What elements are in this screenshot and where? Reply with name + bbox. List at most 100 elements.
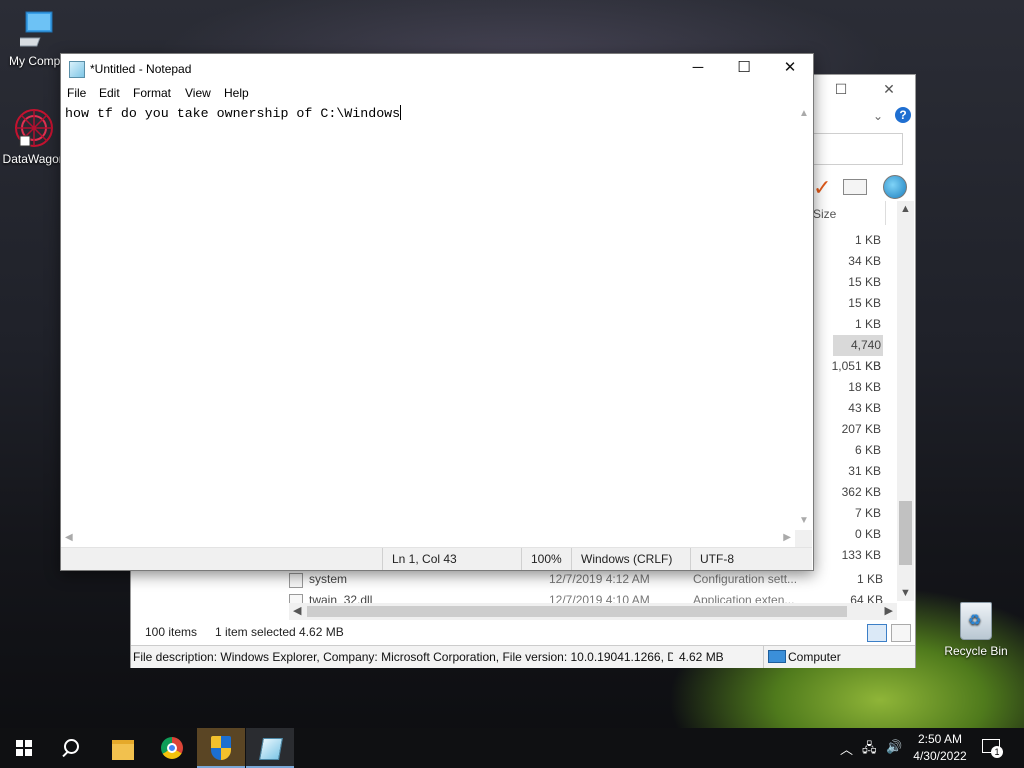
mail-icon[interactable] bbox=[843, 179, 867, 195]
help-icon[interactable]: ? bbox=[895, 107, 911, 123]
notepad-icon bbox=[69, 61, 85, 78]
scroll-up-icon[interactable]: ▲ bbox=[799, 108, 809, 119]
computer-icon bbox=[768, 650, 786, 663]
scroll-left-icon[interactable]: ◀ bbox=[293, 604, 301, 617]
minimize-button[interactable]: ─ bbox=[675, 54, 721, 84]
scroll-thumb[interactable] bbox=[899, 501, 912, 565]
scroll-up-icon[interactable]: ▲ bbox=[900, 203, 911, 215]
size-column: 1 KB 34 KB 15 KB 15 KB 1 KB 4,740 KB 1,0… bbox=[813, 230, 883, 566]
details-size: 4.62 MB bbox=[679, 650, 724, 664]
explorer-maximize-button[interactable]: ☐ bbox=[831, 81, 851, 99]
size-cell: 362 KB bbox=[841, 485, 881, 499]
clock-time: 2:50 AM bbox=[917, 732, 963, 746]
size-cell: 15 KB bbox=[848, 275, 881, 289]
scroll-thumb[interactable] bbox=[307, 606, 847, 617]
notepad-window[interactable]: *Untitled - Notepad ─ ☐ ✕ File Edit Form… bbox=[60, 53, 814, 571]
desktop-icon-label: Recycle Bin bbox=[944, 644, 1008, 658]
taskbar-notepad[interactable] bbox=[246, 728, 294, 768]
network-icon[interactable]: 🖧 bbox=[862, 739, 877, 761]
size-cell: 1 KB bbox=[854, 233, 881, 247]
file-name: system bbox=[309, 572, 348, 586]
volume-icon[interactable]: 🔊 bbox=[886, 739, 902, 755]
taskbar-file-explorer[interactable] bbox=[98, 728, 146, 768]
column-header-size[interactable]: Size bbox=[813, 207, 836, 221]
size-cell: 31 KB bbox=[848, 464, 881, 478]
file-description: File description: Windows Explorer, Comp… bbox=[133, 650, 673, 664]
menu-help[interactable]: Help bbox=[224, 86, 249, 100]
notepad-icon bbox=[259, 738, 283, 760]
preview-view-button[interactable] bbox=[891, 624, 911, 642]
chrome-icon bbox=[161, 737, 183, 759]
line-ending: Windows (CRLF) bbox=[571, 548, 681, 570]
config-file-icon bbox=[289, 573, 303, 588]
notepad-horizontal-scrollbar[interactable]: ◀ ▶ bbox=[61, 530, 795, 547]
file-size: 1 KB bbox=[856, 572, 883, 586]
explorer-vertical-scrollbar[interactable]: ▲ ▼ bbox=[897, 201, 914, 601]
size-cell: 6 KB bbox=[854, 443, 881, 457]
file-type: Configuration sett... bbox=[693, 572, 798, 586]
globe-icon[interactable] bbox=[883, 175, 907, 199]
column-separator bbox=[885, 201, 886, 225]
size-cell: 43 KB bbox=[848, 401, 881, 415]
chevron-up-icon[interactable]: ︿ bbox=[840, 739, 853, 758]
desktop-icon-label: My Compu bbox=[8, 54, 67, 68]
notification-center-button[interactable]: 1 bbox=[982, 737, 1003, 758]
taskbar: ︿ 🖧 🔊 2:50 AM 4/30/2022 1 bbox=[0, 728, 1024, 768]
cursor-position: Ln 1, Col 43 bbox=[382, 548, 522, 570]
encoding: UTF-8 bbox=[690, 548, 800, 570]
start-button[interactable] bbox=[0, 728, 48, 768]
file-date: 12/7/2019 4:12 AM bbox=[549, 572, 650, 586]
taskbar-security-app[interactable] bbox=[197, 728, 245, 768]
document-content: how tf do you take ownership of C:\Windo… bbox=[65, 106, 401, 121]
search-icon-handle bbox=[62, 750, 69, 758]
checkmark-icon[interactable]: ✓ bbox=[813, 175, 831, 201]
explorer-close-button[interactable]: ✕ bbox=[879, 81, 899, 99]
size-cell-selected[interactable]: 4,740 KB bbox=[833, 335, 883, 373]
close-button[interactable]: ✕ bbox=[767, 54, 813, 84]
explorer-search-input[interactable] bbox=[813, 133, 903, 165]
computer-icon bbox=[20, 11, 53, 47]
scroll-right-icon[interactable]: ▶ bbox=[783, 532, 791, 543]
zoom-level: 100% bbox=[521, 548, 571, 570]
size-cell: 1 KB bbox=[854, 317, 881, 331]
size-cell: 1,051 KB bbox=[831, 359, 881, 373]
chevron-down-icon[interactable]: ⌄ bbox=[873, 109, 883, 123]
size-cell: 0 KB bbox=[854, 527, 881, 541]
scroll-down-icon[interactable]: ▼ bbox=[799, 515, 809, 526]
document-text[interactable]: how tf do you take ownership of C:\Windo… bbox=[65, 105, 402, 121]
search-button[interactable] bbox=[48, 728, 96, 768]
notepad-vertical-scrollbar[interactable]: ▲ ▼ bbox=[795, 104, 812, 530]
notification-badge: 1 bbox=[991, 746, 1003, 758]
details-view-button[interactable] bbox=[867, 624, 887, 642]
explorer-status-bar: 100 items 1 item selected 4.62 MB bbox=[131, 621, 915, 643]
clock-date: 4/30/2022 bbox=[913, 749, 967, 763]
menu-file[interactable]: File bbox=[67, 86, 86, 100]
size-cell: 34 KB bbox=[848, 254, 881, 268]
taskbar-chrome[interactable] bbox=[148, 728, 196, 768]
menu-edit[interactable]: Edit bbox=[99, 86, 120, 100]
menu-format[interactable]: Format bbox=[133, 86, 171, 100]
maximize-button[interactable]: ☐ bbox=[721, 54, 767, 84]
text-caret bbox=[400, 105, 402, 120]
clock[interactable]: 2:50 AM 4/30/2022 bbox=[905, 731, 975, 765]
windows-logo-icon bbox=[16, 740, 32, 756]
item-count: 100 items bbox=[145, 625, 198, 639]
notepad-status-bar: Ln 1, Col 43 100% Windows (CRLF) UTF-8 bbox=[61, 547, 812, 570]
menu-bar: File Edit Format View Help bbox=[61, 84, 813, 104]
scroll-right-icon[interactable]: ▶ bbox=[885, 604, 893, 617]
size-cell: 15 KB bbox=[848, 296, 881, 310]
text-editor[interactable]: how tf do you take ownership of C:\Windo… bbox=[61, 104, 795, 530]
scroll-down-icon[interactable]: ▼ bbox=[900, 587, 911, 599]
size-grip[interactable] bbox=[795, 530, 812, 547]
size-cell: 133 KB bbox=[841, 548, 881, 562]
datawagon-icon bbox=[15, 109, 53, 147]
explorer-horizontal-scrollbar[interactable]: ◀ ▶ bbox=[289, 603, 897, 620]
scroll-left-icon[interactable]: ◀ bbox=[65, 532, 73, 543]
window-title: *Untitled - Notepad bbox=[90, 62, 192, 76]
details-bar: File description: Windows Explorer, Comp… bbox=[131, 645, 915, 668]
details-location: Computer bbox=[763, 646, 938, 668]
desktop-icon-recycle-bin[interactable]: ♻ Recycle Bin bbox=[940, 602, 1012, 658]
file-row[interactable]: system 12/7/2019 4:12 AM Configuration s… bbox=[289, 569, 889, 590]
menu-view[interactable]: View bbox=[185, 86, 211, 100]
size-cell: 207 KB bbox=[841, 422, 881, 436]
